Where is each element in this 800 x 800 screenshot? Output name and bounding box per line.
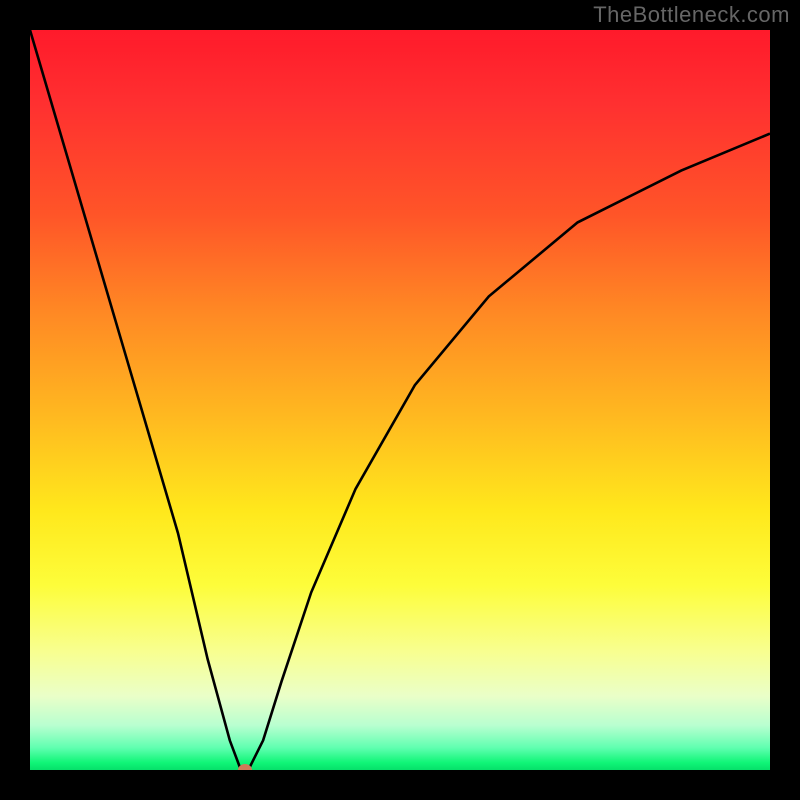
watermark-text: TheBottleneck.com: [593, 2, 790, 28]
curve-svg: [30, 30, 770, 770]
bottleneck-curve: [30, 30, 770, 770]
chart-frame: TheBottleneck.com: [0, 0, 800, 800]
minimum-marker: [238, 764, 252, 770]
plot-area: [30, 30, 770, 770]
